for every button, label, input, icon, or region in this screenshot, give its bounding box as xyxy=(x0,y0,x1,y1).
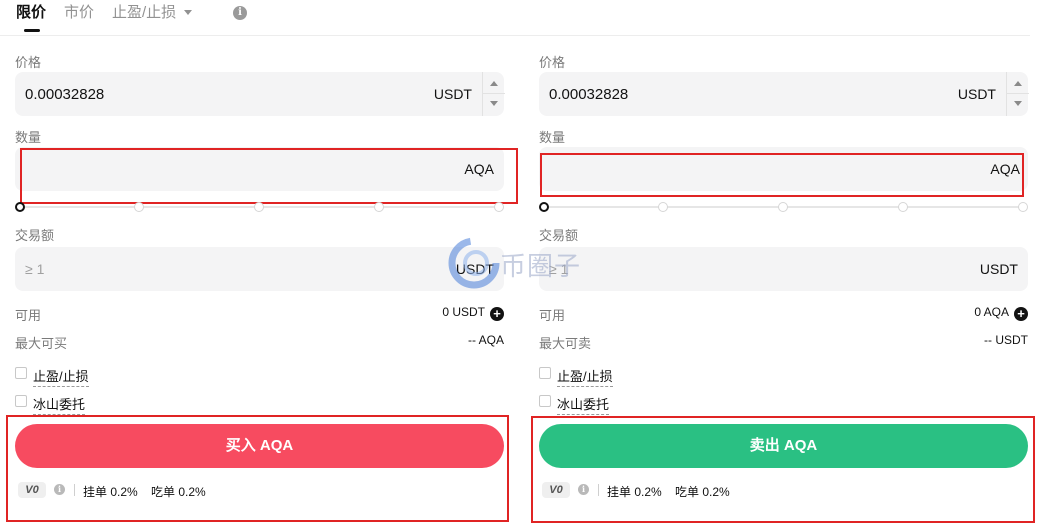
increment-icon[interactable] xyxy=(1014,81,1022,86)
tab-stop[interactable]: 止盈/止损 xyxy=(112,4,193,22)
max-buy-value: -- AQA xyxy=(467,333,504,347)
max-buy-label: 最大可买 xyxy=(15,336,68,351)
price-stepper[interactable] xyxy=(1006,72,1029,116)
watermark: 币圈子 xyxy=(448,234,608,294)
slider-knob-75[interactable] xyxy=(898,202,908,212)
tab-limit[interactable]: 限价 xyxy=(16,4,46,22)
checkbox-icon[interactable] xyxy=(15,395,27,407)
iceberg-checkbox[interactable]: 冰山委托 xyxy=(15,393,135,415)
tpsl-checkbox[interactable]: 止盈/止损 xyxy=(15,365,135,387)
info-icon[interactable]: i xyxy=(54,484,65,495)
buy-button[interactable]: 买入 AQA xyxy=(15,424,504,468)
available-value: 0 USDT xyxy=(442,305,485,319)
available-row: 可用 0 AQA + xyxy=(539,303,1028,323)
slider-knob-100[interactable] xyxy=(494,202,504,212)
amount-label: 数量 xyxy=(15,130,42,145)
sell-total-input[interactable]: ≥ 1 USDT xyxy=(539,247,1028,291)
buy-price-input[interactable]: 0.00032828 USDT xyxy=(15,72,505,116)
taker-fee: 吃单 0.2% xyxy=(675,485,730,499)
slider-knob-0[interactable] xyxy=(15,202,25,212)
amount-label: 数量 xyxy=(539,130,566,145)
price-label: 价格 xyxy=(15,55,42,70)
checkbox-icon[interactable] xyxy=(15,367,27,379)
tpsl-label: 止盈/止损 xyxy=(33,366,89,387)
sell-amount-slider[interactable] xyxy=(539,201,1028,213)
slider-knob-0[interactable] xyxy=(539,202,549,212)
iceberg-label: 冰山委托 xyxy=(33,394,86,415)
tab-market[interactable]: 市价 xyxy=(64,4,94,22)
tab-stop-label: 止盈/止损 xyxy=(112,4,177,21)
add-funds-icon[interactable]: + xyxy=(490,307,504,321)
available-label: 可用 xyxy=(15,308,42,323)
maker-fee: 挂单 0.2% xyxy=(607,485,662,499)
available-row: 可用 0 USDT + xyxy=(15,303,504,323)
highlight-box xyxy=(540,153,1024,197)
price-stepper[interactable] xyxy=(482,72,505,116)
tpsl-label: 止盈/止损 xyxy=(557,366,613,387)
decrement-icon[interactable] xyxy=(490,101,498,106)
slider-knob-50[interactable] xyxy=(778,202,788,212)
highlight-box xyxy=(20,148,518,204)
sell-button[interactable]: 卖出 AQA xyxy=(539,424,1028,468)
max-sell-value: -- USDT xyxy=(984,333,1028,347)
vip-level-badge[interactable]: V0 xyxy=(18,482,46,498)
available-value: 0 AQA xyxy=(974,305,1009,319)
chevron-down-icon xyxy=(184,9,193,15)
active-tab-indicator xyxy=(24,29,40,32)
slider-knob-25[interactable] xyxy=(134,202,144,212)
price-value: 0.00032828 xyxy=(25,86,105,103)
slider-knob-50[interactable] xyxy=(254,202,264,212)
available-label: 可用 xyxy=(539,308,566,323)
info-icon[interactable]: i xyxy=(578,484,589,495)
vip-level-badge[interactable]: V0 xyxy=(542,482,570,498)
slider-knob-25[interactable] xyxy=(658,202,668,212)
sell-panel: 价格 0.00032828 USDT 数量 AQA 交易额 ≥ 1 USDT 可… xyxy=(531,36,1035,525)
add-funds-icon[interactable]: + xyxy=(1014,307,1028,321)
slider-knob-100[interactable] xyxy=(1018,202,1028,212)
iceberg-label: 冰山委托 xyxy=(557,394,610,415)
price-value: 0.00032828 xyxy=(549,86,629,103)
total-label: 交易额 xyxy=(15,228,55,243)
maker-fee: 挂单 0.2% xyxy=(83,485,138,499)
total-unit: USDT xyxy=(979,261,1018,277)
watermark-text: 币圈子 xyxy=(500,252,582,282)
increment-icon[interactable] xyxy=(490,81,498,86)
max-sell-label: 最大可卖 xyxy=(539,336,592,351)
max-row: 最大可买 -- AQA xyxy=(15,331,504,351)
info-icon[interactable]: i xyxy=(233,6,247,20)
order-type-tabs: 限价 市价 止盈/止损 i xyxy=(0,0,1030,36)
total-placeholder: ≥ 1 xyxy=(25,261,45,277)
sell-price-input[interactable]: 0.00032828 USDT xyxy=(539,72,1029,116)
buy-panel: 价格 0.00032828 USDT 数量 AQA 交易额 ≥ 1 USDT 可… xyxy=(6,36,518,525)
checkbox-icon[interactable] xyxy=(539,367,551,379)
checkbox-icon[interactable] xyxy=(539,395,551,407)
decrement-icon[interactable] xyxy=(1014,101,1022,106)
price-label: 价格 xyxy=(539,55,566,70)
tpsl-checkbox[interactable]: 止盈/止损 xyxy=(539,365,659,387)
iceberg-checkbox[interactable]: 冰山委托 xyxy=(539,393,659,415)
slider-knob-75[interactable] xyxy=(374,202,384,212)
taker-fee: 吃单 0.2% xyxy=(151,485,206,499)
price-unit: USDT xyxy=(433,86,472,102)
buy-total-input[interactable]: ≥ 1 USDT xyxy=(15,247,504,291)
max-row: 最大可卖 -- USDT xyxy=(539,331,1028,351)
price-unit: USDT xyxy=(957,86,996,102)
buy-amount-slider[interactable] xyxy=(15,201,504,213)
watermark-logo-icon xyxy=(448,237,500,289)
